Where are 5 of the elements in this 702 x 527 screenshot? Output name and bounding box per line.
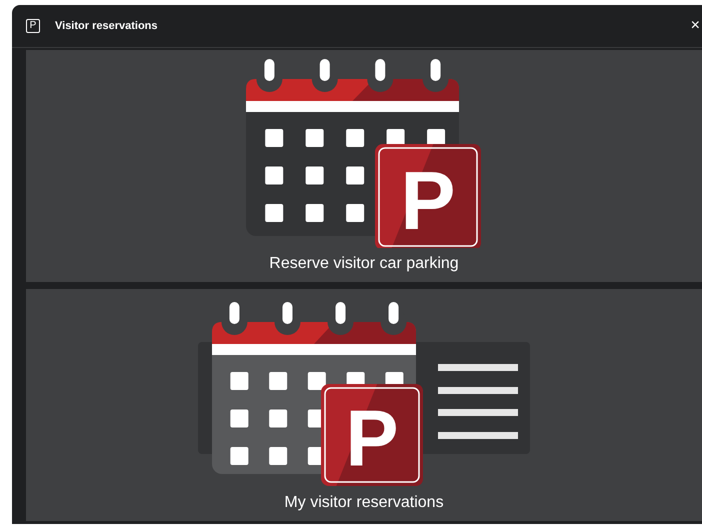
app-icon: P — [26, 19, 40, 33]
menu-tile[interactable]: P My visitor reservations — [26, 289, 702, 521]
close-button[interactable]: × — [690, 18, 700, 34]
window-title: Visitor reservations — [55, 18, 158, 34]
menu-tile[interactable]: P Reserve visitor car parking — [26, 50, 702, 282]
